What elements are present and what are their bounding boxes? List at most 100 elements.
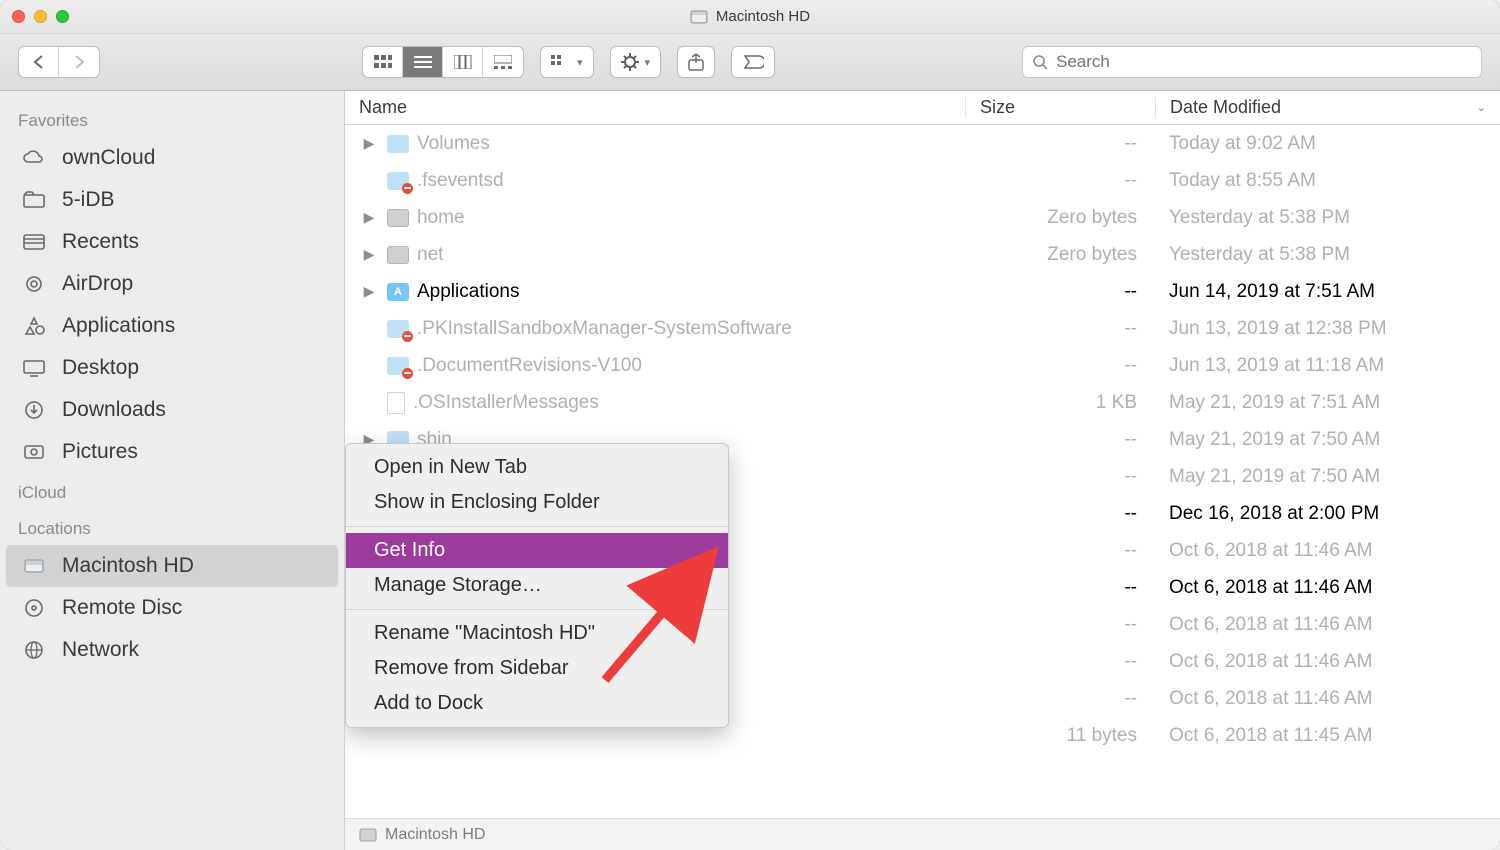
file-size: -- (965, 355, 1155, 377)
file-date: Dec 16, 2018 at 2:00 PM (1155, 503, 1500, 525)
table-row[interactable]: ▶.DocumentRevisions-V100--Jun 13, 2019 a… (345, 347, 1500, 384)
menu-item-show-in-enclosing-folder[interactable]: Show in Enclosing Folder (346, 485, 728, 520)
file-date: Jun 13, 2019 at 12:38 PM (1155, 318, 1500, 340)
folder-icon (387, 172, 409, 190)
file-date: May 21, 2019 at 7:51 AM (1155, 392, 1500, 414)
file-name: .fseventsd (417, 170, 504, 192)
menu-separator (346, 609, 728, 610)
file-size: -- (965, 466, 1155, 488)
file-date: Oct 6, 2018 at 11:46 AM (1155, 688, 1500, 710)
sidebar-item-label: Applications (62, 314, 175, 338)
airdrop-icon (20, 273, 48, 295)
window-controls (12, 10, 69, 23)
file-date: Oct 6, 2018 at 11:46 AM (1155, 614, 1500, 636)
menu-item-remove-from-sidebar[interactable]: Remove from Sidebar (346, 651, 728, 686)
file-size: Zero bytes (965, 244, 1155, 266)
back-button[interactable] (19, 47, 59, 77)
file-size: -- (965, 577, 1155, 599)
column-headers: Name Size Date Modified⌄ (345, 91, 1500, 125)
file-date: Oct 6, 2018 at 11:45 AM (1155, 725, 1500, 747)
folder-icon (387, 135, 409, 153)
file-rows: ▶Volumes--Today at 9:02 AM▶.fseventsd--T… (345, 125, 1500, 818)
file-date: May 21, 2019 at 7:50 AM (1155, 466, 1500, 488)
sidebar-item-applications[interactable]: Applications (6, 305, 338, 347)
file-name: .PKInstallSandboxManager-SystemSoftware (417, 318, 792, 340)
gallery-view-button[interactable] (483, 47, 523, 77)
menu-item-rename-macintosh-hd[interactable]: Rename "Macintosh HD" (346, 616, 728, 651)
window-title: Macintosh HD (716, 8, 810, 25)
sidebar-section-header: iCloud (0, 473, 344, 509)
sidebar-item-downloads[interactable]: Downloads (6, 389, 338, 431)
column-name[interactable]: Name (345, 97, 965, 118)
menu-item-manage-storage[interactable]: Manage Storage… (346, 568, 728, 603)
file-size: -- (965, 503, 1155, 525)
close-window-button[interactable] (12, 10, 25, 23)
menu-item-get-info[interactable]: Get Info (346, 533, 728, 568)
forward-button[interactable] (59, 47, 99, 77)
disclosure-triangle-icon[interactable]: ▶ (359, 283, 379, 300)
sidebar-item-label: Network (62, 638, 139, 662)
column-size[interactable]: Size (965, 97, 1155, 118)
disclosure-triangle-icon[interactable]: ▶ (359, 209, 379, 226)
file-date: May 21, 2019 at 7:50 AM (1155, 429, 1500, 451)
menu-item-open-in-new-tab[interactable]: Open in New Tab (346, 450, 728, 485)
table-row[interactable]: ▶.OSInstallerMessages1 KBMay 21, 2019 at… (345, 384, 1500, 421)
sidebar-item-owncloud[interactable]: ownCloud (6, 137, 338, 179)
search-input[interactable] (1056, 52, 1471, 72)
table-row[interactable]: ▶netZero bytesYesterday at 5:38 PM (345, 236, 1500, 273)
search-field[interactable] (1022, 46, 1482, 78)
hd-icon (690, 8, 708, 26)
share-button[interactable] (677, 46, 715, 78)
file-size: -- (965, 281, 1155, 303)
minimize-window-button[interactable] (34, 10, 47, 23)
column-date[interactable]: Date Modified⌄ (1155, 97, 1500, 118)
file-date: Jun 14, 2019 at 7:51 AM (1155, 281, 1500, 303)
sidebar-item-label: ownCloud (62, 146, 155, 170)
sidebar-item-label: AirDrop (62, 272, 133, 296)
sidebar-item-recents[interactable]: Recents (6, 221, 338, 263)
hd-icon (20, 555, 48, 577)
disclosure-triangle-icon[interactable]: ▶ (359, 135, 379, 152)
sidebar-item-macintosh-hd[interactable]: Macintosh HD (6, 545, 338, 587)
sidebar-item-5-idb[interactable]: 5-iDB (6, 179, 338, 221)
table-row[interactable]: ▶ A Applications --Jun 14, 2019 at 7:51 AM (345, 273, 1500, 310)
sidebar-item-desktop[interactable]: Desktop (6, 347, 338, 389)
file-size: -- (965, 429, 1155, 451)
zoom-window-button[interactable] (56, 10, 69, 23)
file-name: Applications (417, 281, 519, 303)
drive-icon (387, 246, 409, 264)
list-view-button[interactable] (403, 47, 443, 77)
group-by-button[interactable]: ▾ (540, 46, 594, 78)
action-button[interactable]: ▾ (610, 46, 662, 78)
titlebar: Macintosh HD (0, 0, 1500, 34)
finder-window: Macintosh HD ▾ ▾ FavoritesownCloud5-iDBR… (0, 0, 1500, 850)
table-row[interactable]: ▶.PKInstallSandboxManager-SystemSoftware… (345, 310, 1500, 347)
icon-view-button[interactable] (363, 47, 403, 77)
column-view-button[interactable] (443, 47, 483, 77)
file-size: -- (965, 133, 1155, 155)
menu-item-add-to-dock[interactable]: Add to Dock (346, 686, 728, 721)
sidebar-item-remote-disc[interactable]: Remote Disc (6, 587, 338, 629)
cloud-icon (20, 147, 48, 169)
sidebar-item-airdrop[interactable]: AirDrop (6, 263, 338, 305)
search-icon (1033, 55, 1048, 70)
sidebar-item-label: 5-iDB (62, 188, 115, 212)
sidebar-item-network[interactable]: Network (6, 629, 338, 671)
table-row[interactable]: ▶homeZero bytesYesterday at 5:38 PM (345, 199, 1500, 236)
table-row[interactable]: ▶.fseventsd--Today at 8:55 AM (345, 162, 1500, 199)
sidebar-item-label: Pictures (62, 440, 138, 464)
table-row[interactable]: ▶Volumes--Today at 9:02 AM (345, 125, 1500, 162)
file-size: -- (965, 318, 1155, 340)
folder-icon (387, 357, 409, 375)
desktop-icon (20, 357, 48, 379)
sidebar-item-pictures[interactable]: Pictures (6, 431, 338, 473)
menu-separator (346, 526, 728, 527)
tags-button[interactable] (731, 46, 775, 78)
file-name: home (417, 207, 465, 229)
folder-icon: A (387, 283, 409, 301)
file-date: Yesterday at 5:38 PM (1155, 207, 1500, 229)
nav-buttons (18, 46, 100, 78)
path-bar[interactable]: Macintosh HD (345, 818, 1500, 850)
disclosure-triangle-icon[interactable]: ▶ (359, 246, 379, 263)
sidebar-item-label: Downloads (62, 398, 166, 422)
